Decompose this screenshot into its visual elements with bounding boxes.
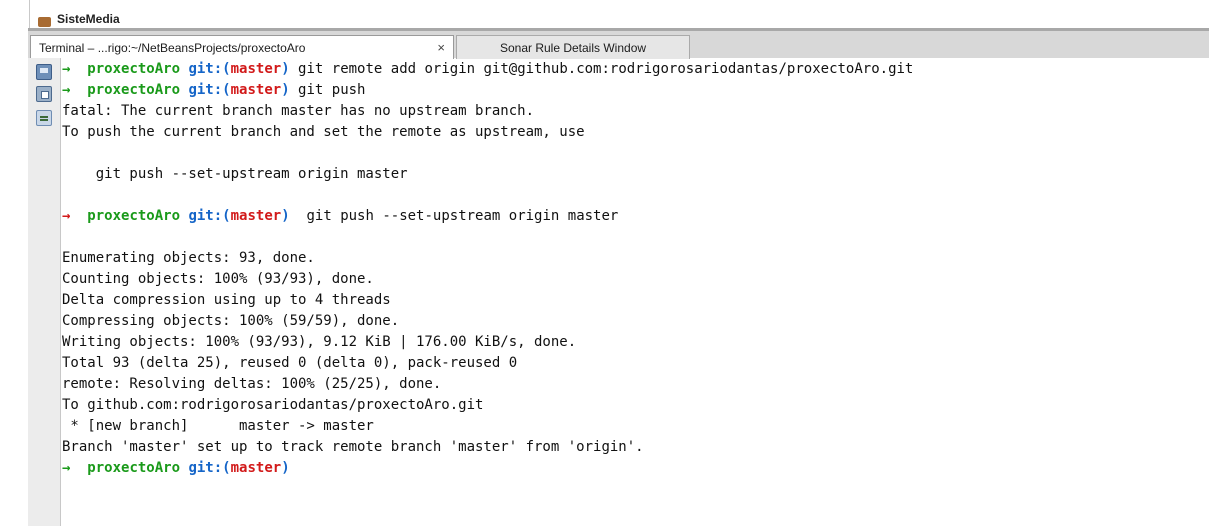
terminal-side-toolbar [28, 58, 61, 526]
project-tree-strip: SisteMedia [0, 0, 1209, 28]
prompt-git-label: git:( [188, 208, 231, 224]
prompt-command: git push [289, 82, 366, 98]
output-line: git push --set-upstream origin master [62, 166, 408, 182]
tab-sonar-rule-details[interactable]: Sonar Rule Details Window [456, 35, 690, 59]
prompt-line: → proxectoAro git:(master) git remote ad… [62, 59, 1209, 80]
prompt-git-close: ) [281, 82, 290, 98]
output-line: Enumerating objects: 93, done. [62, 250, 315, 266]
tree-guide-line [29, 0, 30, 28]
prompt-command: git push --set-upstream origin master [289, 208, 619, 224]
prompt-arrow-icon: → [62, 208, 71, 224]
prompt-branch: master [230, 82, 282, 98]
output-line: * [new branch] master -> master [62, 418, 374, 434]
close-icon[interactable]: × [437, 36, 445, 60]
prompt-branch: master [230, 460, 282, 476]
tab-sonar-label: Sonar Rule Details Window [499, 41, 647, 55]
prompt-git-label: git:( [188, 82, 231, 98]
output-line: fatal: The current branch master has no … [62, 103, 535, 119]
prompt-line: → proxectoAro git:(master) git push [62, 80, 1209, 101]
prompt-git-label: git:( [188, 61, 231, 77]
prompt-arrow-icon: → [62, 460, 71, 476]
prompt-directory: proxectoAro [87, 460, 181, 476]
output-line: To push the current branch and set the r… [62, 124, 585, 140]
output-line: Compressing objects: 100% (59/59), done. [62, 313, 400, 329]
prompt-directory: proxectoAro [87, 61, 181, 77]
prompt-line: → proxectoAro git:(master) [62, 458, 1209, 479]
new-tab-icon[interactable] [36, 86, 52, 102]
output-line: Total 93 (delta 25), reused 0 (delta 0),… [62, 355, 518, 371]
output-line: To github.com:rodrigorosariodantas/proxe… [62, 397, 484, 413]
prompt-git-close: ) [281, 61, 290, 77]
terminal-icon[interactable] [36, 64, 52, 80]
output-line: remote: Resolving deltas: 100% (25/25), … [62, 376, 442, 392]
tab-terminal-label: Terminal – ...rigo:~/NetBeansProjects/pr… [39, 41, 306, 55]
output-line: Writing objects: 100% (93/93), 9.12 KiB … [62, 334, 577, 350]
prompt-git-label: git:( [188, 460, 231, 476]
prompt-branch: master [230, 61, 282, 77]
prompt-arrow-icon: → [62, 82, 71, 98]
prompt-directory: proxectoAro [87, 208, 181, 224]
prompt-line: → proxectoAro git:(master) git push --se… [62, 206, 1209, 227]
prompt-command: git remote add origin git@github.com:rod… [289, 61, 914, 77]
prompt-git-close: ) [281, 208, 290, 224]
output-line: Counting objects: 100% (93/93), done. [62, 271, 374, 287]
output-line: Branch 'master' set up to track remote b… [62, 439, 644, 455]
prompt-git-close: ) [281, 460, 290, 476]
tab-terminal[interactable]: Terminal – ...rigo:~/NetBeansProjects/pr… [30, 35, 454, 59]
prompt-directory: proxectoAro [87, 82, 181, 98]
project-node[interactable]: SisteMedia [38, 14, 120, 28]
terminal-output[interactable]: → proxectoAro git:(master) git remote ad… [62, 59, 1209, 526]
tab-bar: Terminal – ...rigo:~/NetBeansProjects/pr… [28, 28, 1209, 59]
project-node-label: SisteMedia [57, 14, 120, 26]
prompt-branch: master [230, 208, 282, 224]
project-coffee-icon [38, 16, 51, 27]
prompt-arrow-icon: → [62, 61, 71, 77]
clear-icon[interactable] [36, 110, 52, 126]
output-line: Delta compression using up to 4 threads [62, 292, 391, 308]
